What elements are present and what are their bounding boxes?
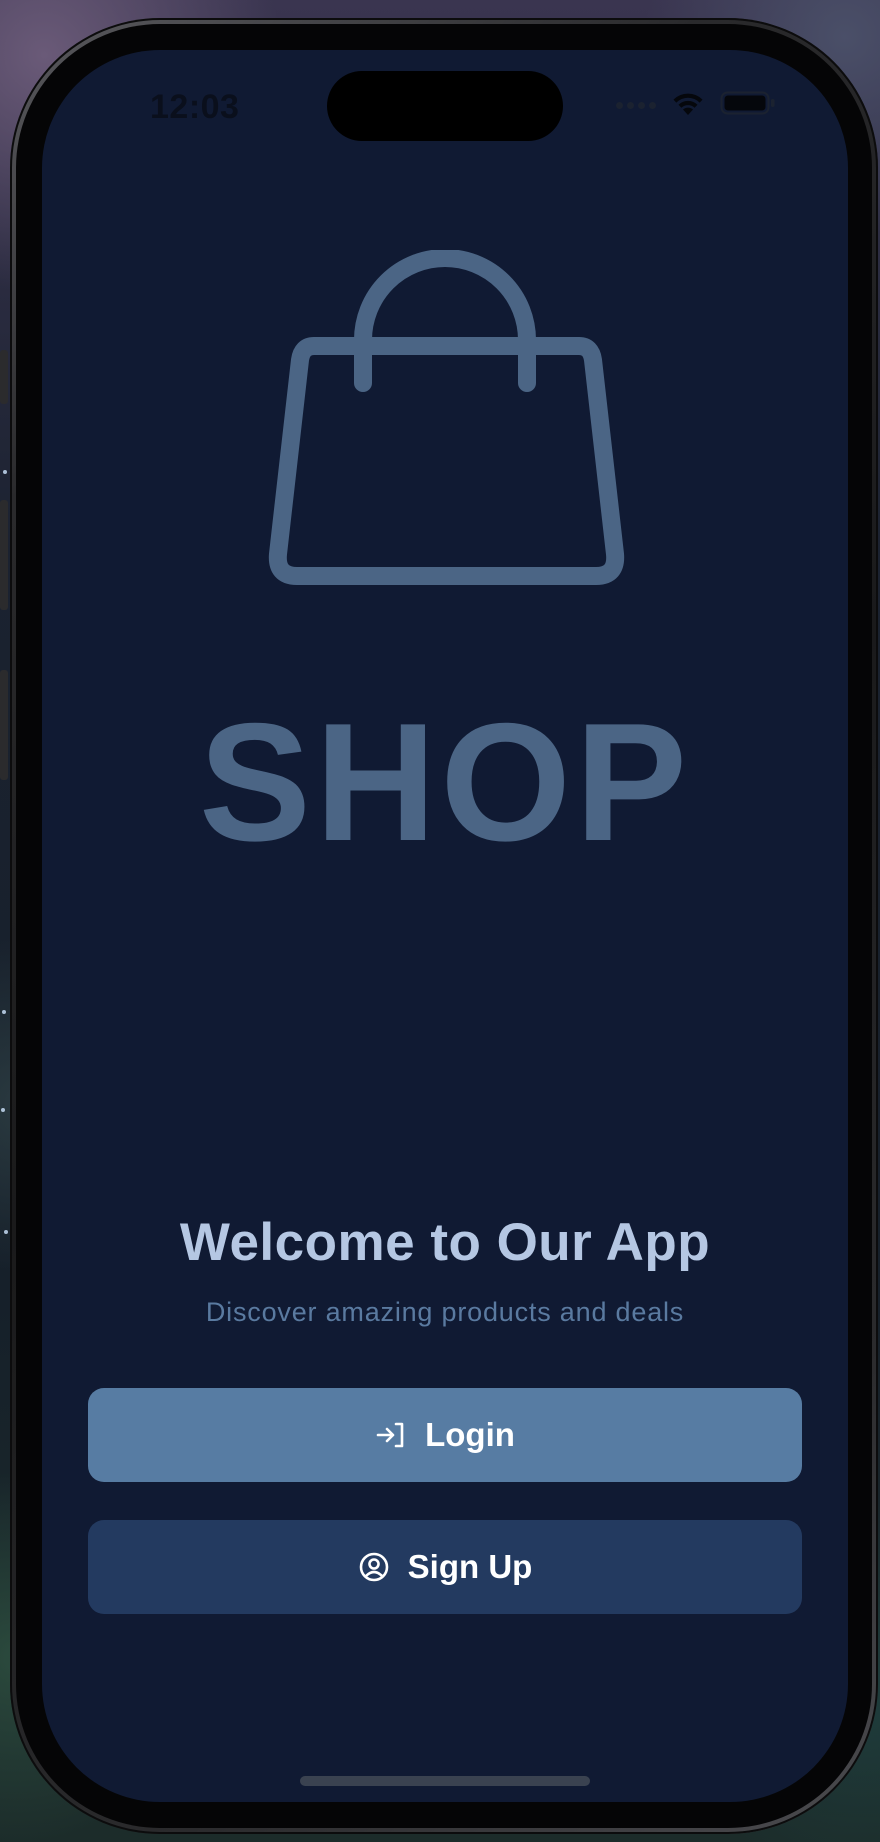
action-button (0, 350, 8, 404)
status-time: 12:03 (150, 88, 240, 126)
app-screen: 12:03 SHOP Welcome to Our App Discover a… (42, 50, 848, 1802)
background-light (1, 1108, 5, 1112)
home-indicator[interactable] (300, 1776, 590, 1786)
background-light (3, 470, 7, 474)
volume-up-button (0, 500, 8, 610)
login-button[interactable]: Login (88, 1388, 802, 1482)
login-arrow-icon (375, 1419, 407, 1451)
shop-logo: SHOP (42, 250, 848, 870)
logo-text: SHOP (198, 688, 692, 876)
signal-dots-icon (616, 101, 656, 109)
dynamic-island (327, 71, 563, 141)
signup-button[interactable]: Sign Up (88, 1520, 802, 1614)
battery-icon (720, 89, 776, 122)
wifi-icon (670, 89, 706, 122)
background-light (2, 1010, 6, 1014)
login-label: Login (425, 1416, 515, 1453)
background-light (4, 1230, 8, 1234)
welcome-subtitle: Discover amazing products and deals (205, 1297, 685, 1327)
signup-label: Sign Up (407, 1548, 533, 1585)
status-icons (616, 90, 776, 120)
volume-down-button (0, 670, 8, 780)
user-circle-icon (358, 1551, 390, 1583)
welcome-title: Welcome to Our App (179, 1213, 711, 1272)
